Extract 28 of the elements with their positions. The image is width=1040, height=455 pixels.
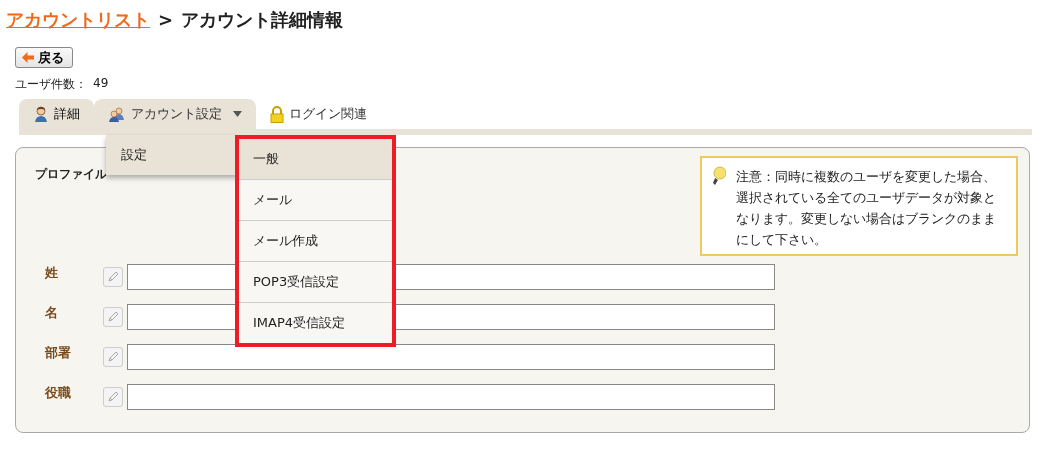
caret-icon <box>233 111 242 117</box>
input-field[interactable] <box>127 344 775 370</box>
input-field[interactable] <box>127 384 775 410</box>
user-count-value: 49 <box>93 76 109 92</box>
pencil-icon[interactable] <box>103 267 123 287</box>
notice-text: 注意：同時に複数のユーザを変更した場合、選択されている全てのユーザデータが対象となります。変更しない場合はブランクのままにして下さい。 <box>736 168 997 249</box>
back-button[interactable]: 戻る <box>15 47 73 68</box>
section-title: プロファイル <box>35 166 107 183</box>
breadcrumb-separator: > <box>158 9 174 30</box>
field-label: 部署 <box>44 344 72 362</box>
pencil-icon[interactable] <box>103 347 123 367</box>
user-count-label: ユーザ件数： <box>15 76 87 93</box>
tab[interactable]: 詳細 <box>19 99 94 129</box>
pencil-icon[interactable] <box>103 387 123 407</box>
left-arrow-icon <box>22 52 34 63</box>
tab[interactable]: アカウント設定 <box>94 99 256 129</box>
tab[interactable]: ログイン関連 <box>256 99 381 129</box>
lightbulb-icon <box>712 166 726 186</box>
menu-item[interactable]: 設定 <box>106 135 238 175</box>
lock-icon <box>270 105 284 123</box>
page-title: アカウント詳細情報 <box>181 8 344 32</box>
field-label: 役職 <box>44 384 72 402</box>
field-label: 名 <box>44 304 59 322</box>
submenu-item[interactable]: 一般 <box>239 139 392 180</box>
field-label: 姓 <box>44 264 59 282</box>
person-icon <box>33 106 49 122</box>
pencil-icon[interactable] <box>103 307 123 327</box>
people-icon <box>108 106 126 122</box>
